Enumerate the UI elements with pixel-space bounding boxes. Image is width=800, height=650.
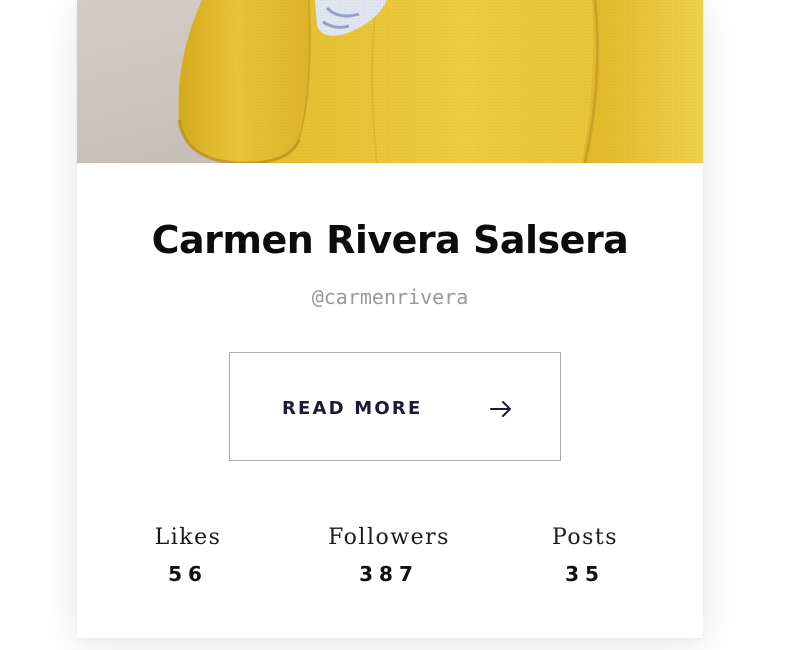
stat-posts-label: Posts — [551, 525, 619, 550]
stat-followers: Followers 387 — [289, 525, 489, 586]
stat-likes: Likes 56 — [88, 525, 288, 586]
yellow-sofa-photo — [77, 0, 703, 163]
read-more-label: READ MORE — [282, 398, 423, 419]
profile-card: Carmen Rivera Salsera @carmenrivera READ… — [77, 0, 703, 638]
arrow-right-icon — [490, 401, 511, 417]
stat-posts-value: 35 — [565, 562, 605, 586]
stat-posts: Posts 35 — [485, 525, 685, 586]
stat-followers-value: 387 — [359, 562, 419, 586]
stat-likes-label: Likes — [154, 525, 222, 550]
read-more-button[interactable]: READ MORE — [229, 352, 561, 461]
profile-handle: @carmenrivera — [311, 285, 469, 309]
profile-name: Carmen Rivera Salsera — [151, 218, 629, 262]
cover-image — [77, 0, 703, 163]
stat-followers-label: Followers — [328, 525, 450, 550]
stat-likes-value: 56 — [168, 562, 208, 586]
